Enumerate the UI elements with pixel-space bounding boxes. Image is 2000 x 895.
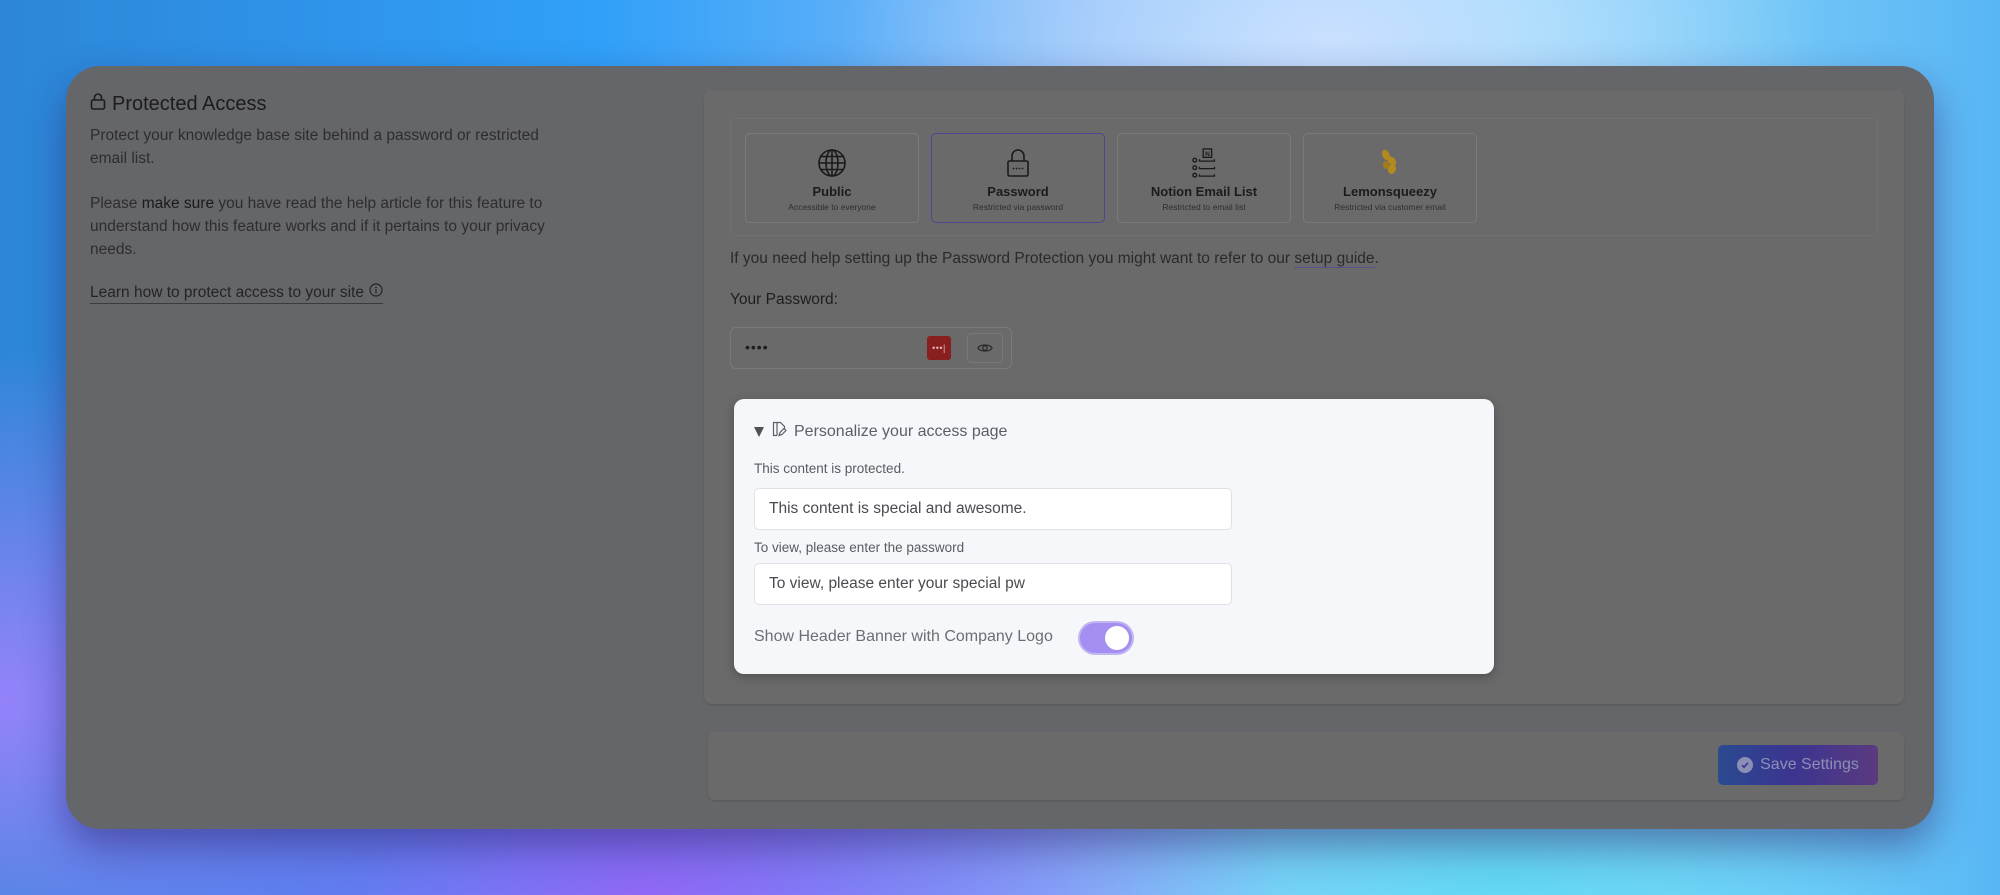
hint-text-end: . [1374, 250, 1379, 267]
option-name: Password [987, 184, 1049, 199]
lemonsqueezy-icon [1378, 145, 1402, 181]
protected-message-input[interactable]: This content is special and awesome. [754, 488, 1232, 530]
section-title-text: Protected Access [112, 92, 267, 115]
setup-guide-link[interactable]: setup guide [1294, 250, 1375, 268]
globe-icon [817, 145, 847, 181]
edit-page-icon [771, 421, 787, 442]
option-name: Lemonsqueezy [1343, 184, 1437, 199]
section-description: Protect your knowledge base site behind … [90, 127, 539, 167]
option-password[interactable]: Password Restricted via password [931, 133, 1105, 223]
note-text-pre: Please [90, 195, 142, 212]
save-settings-label: Save Settings [1760, 756, 1859, 773]
section-title: Protected Access [90, 92, 560, 116]
option-subtitle: Restricted to email list [1162, 202, 1246, 212]
password-manager-icon[interactable]: •••| [927, 336, 951, 360]
option-name: Public [812, 184, 852, 199]
personalize-access-page-panel: Personalize your access page This conten… [734, 399, 1494, 674]
lock-icon [90, 92, 106, 116]
password-label: Your Password: [730, 291, 838, 308]
show-password-button[interactable] [967, 333, 1003, 363]
access-type-selector: Public Accessible to everyone Password R… [730, 118, 1878, 236]
eye-icon [977, 344, 993, 352]
option-public[interactable]: Public Accessible to everyone [745, 133, 919, 223]
padlock-icon [1006, 145, 1030, 181]
option-lemonsqueezy[interactable]: Lemonsqueezy Restricted via customer ema… [1303, 133, 1477, 223]
help-article-note: Please make sure you have read the help … [90, 192, 560, 261]
header-banner-label: Show Header Banner with Company Logo [754, 628, 1053, 645]
learn-link-text: Learn how to protect access to your site [90, 283, 364, 301]
password-input[interactable]: •••• •••| [730, 327, 1012, 369]
save-settings-button[interactable]: Save Settings [1718, 745, 1878, 785]
check-circle-icon [1737, 757, 1754, 773]
hint-text: If you need help setting up the Password… [730, 250, 1295, 267]
option-subtitle: Accessible to everyone [788, 202, 876, 212]
option-subtitle: Restricted via password [972, 202, 1064, 212]
svg-text:N: N [1205, 151, 1210, 158]
option-subtitle: Restricted via customer email [1334, 202, 1446, 212]
password-prompt-input[interactable]: To view, please enter your special pw [754, 563, 1232, 605]
option-notion-email-list[interactable]: N Notion Email List Restricted to email … [1117, 133, 1291, 223]
info-circle-icon [369, 283, 383, 302]
option-name: Notion Email List [1150, 184, 1258, 199]
settings-footer: Save Settings [708, 732, 1904, 800]
personalize-toggle-summary[interactable]: Personalize your access page [754, 421, 1007, 442]
learn-protect-access-link[interactable]: Learn how to protect access to your site [90, 283, 383, 304]
password-prompt-label: To view, please enter the password [754, 540, 965, 555]
settings-window: Protected Access Protect your knowledge … [66, 66, 1934, 829]
header-banner-toggle[interactable] [1080, 623, 1132, 653]
note-text-bold: make sure [141, 195, 215, 212]
access-settings-panel: Public Accessible to everyone Password R… [704, 90, 1904, 704]
section-intro: Protected Access Protect your knowledge … [90, 92, 560, 304]
setup-guide-hint: If you need help setting up the Password… [730, 250, 1379, 268]
protected-message-label: This content is protected. [754, 461, 905, 476]
password-value: •••• [745, 339, 769, 355]
toggle-knob [1105, 626, 1129, 650]
notion-list-icon: N [1191, 145, 1217, 181]
personalize-summary-text: Personalize your access page [794, 422, 1008, 440]
disclosure-triangle-icon [754, 426, 764, 437]
